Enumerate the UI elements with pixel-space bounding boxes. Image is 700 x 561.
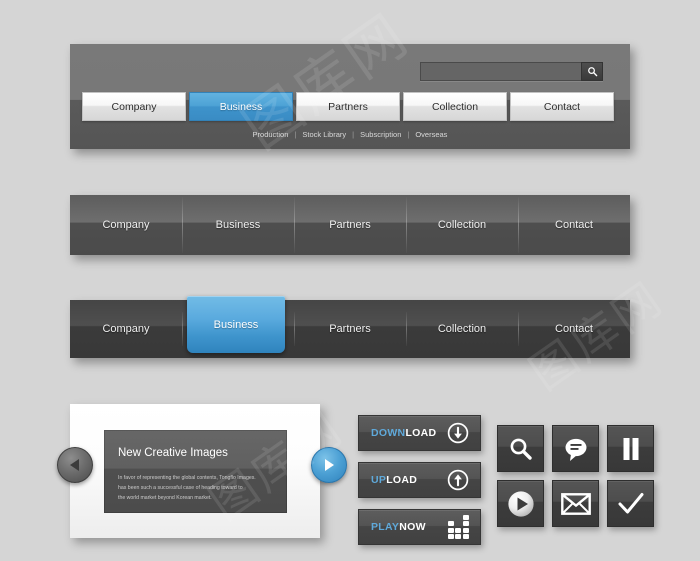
- header-tab-list: Company Business Partners Collection Con…: [82, 92, 614, 121]
- navbar-item-collection[interactable]: Collection: [406, 195, 518, 255]
- search-icon: [587, 67, 597, 77]
- navbar-item-label: Partners: [329, 219, 371, 231]
- nav-bar-raised-wrapper: Company Business Partners Collection Con…: [70, 296, 630, 358]
- subnav-item-production[interactable]: Production: [253, 130, 289, 139]
- envelope-icon: [560, 492, 591, 515]
- header-tab-label: Contact: [543, 100, 581, 113]
- arrow-down-circle-icon: [447, 422, 469, 444]
- carousel-slide-title: New Creative Images: [118, 447, 228, 459]
- download-label-accent: DOWN: [371, 427, 406, 439]
- play-icon: [507, 490, 534, 517]
- upload-button-label: UPLOAD: [371, 474, 417, 486]
- upload-label-accent: UP: [371, 474, 387, 486]
- carousel-prev-button[interactable]: [57, 447, 93, 483]
- navbar2-item-label: Partners: [329, 323, 371, 335]
- navbar2-active-tab-business[interactable]: Business: [187, 296, 285, 353]
- search-input[interactable]: [420, 62, 581, 81]
- subnav-item-subscription[interactable]: Subscription: [360, 130, 401, 139]
- playnow-button[interactable]: PLAYNOW: [358, 509, 481, 545]
- subnav-item-stock-library[interactable]: Stock Library: [302, 130, 346, 139]
- icon-tile-pause[interactable]: [607, 425, 654, 472]
- chevron-left-icon: [70, 459, 79, 471]
- speech-bubble-icon: [565, 438, 586, 461]
- navbar-item-label: Collection: [437, 219, 487, 231]
- upload-label-rest: LOAD: [386, 474, 418, 486]
- header-tab-partners[interactable]: Partners: [296, 92, 400, 121]
- icon-tile-search[interactable]: [497, 425, 544, 472]
- icon-tile-play[interactable]: [497, 480, 544, 527]
- carousel-slide: New Creative Images In favor of represen…: [104, 430, 287, 513]
- header-tab-label: Partners: [328, 100, 368, 113]
- navbar2-item-label: Contact: [555, 323, 593, 335]
- navbar-item-company[interactable]: Company: [70, 195, 182, 255]
- arrow-up-circle-icon: [447, 469, 469, 491]
- playnow-label-accent: PLAY: [371, 521, 400, 533]
- navbar-item-label: Company: [102, 219, 150, 231]
- site-header: Company Business Partners Collection Con…: [70, 44, 630, 149]
- equalizer-icon: [447, 514, 469, 540]
- subnav-separator: |: [294, 130, 297, 139]
- header-tab-business[interactable]: Business: [189, 92, 293, 121]
- download-label-rest: LOAD: [405, 427, 437, 439]
- check-icon: [618, 492, 643, 513]
- header-tab-label: Collection: [431, 100, 479, 113]
- header-tab-label: Company: [111, 100, 157, 113]
- navbar2-item-label: Company: [102, 323, 150, 335]
- header-tab-company[interactable]: Company: [82, 92, 186, 121]
- download-button-label: DOWNLOAD: [371, 427, 436, 439]
- search-submit-button[interactable]: [581, 62, 603, 81]
- nav-bar-raised: Company Business Partners Collection Con…: [70, 300, 630, 358]
- playnow-button-label: PLAYNOW: [371, 521, 426, 533]
- chevron-right-icon: [325, 459, 334, 471]
- upload-button[interactable]: UPLOAD: [358, 462, 481, 498]
- navbar-item-contact[interactable]: Contact: [518, 195, 630, 255]
- icon-tile-mail[interactable]: [552, 480, 599, 527]
- image-carousel: New Creative Images In favor of represen…: [70, 404, 320, 538]
- navbar-item-business[interactable]: Business: [182, 195, 294, 255]
- navbar-item-partners[interactable]: Partners: [294, 195, 406, 255]
- subnav-separator: |: [407, 130, 410, 139]
- navbar2-active-tab-label: Business: [213, 318, 259, 331]
- navbar2-item-label: Collection: [437, 323, 487, 335]
- header-subnav: Production | Stock Library | Subscriptio…: [70, 130, 630, 139]
- navbar-item-label: Contact: [555, 219, 593, 231]
- subnav-item-overseas[interactable]: Overseas: [415, 130, 447, 139]
- pause-icon: [623, 437, 638, 460]
- header-tab-collection[interactable]: Collection: [403, 92, 507, 121]
- subnav-separator: |: [352, 130, 355, 139]
- navbar2-item-contact[interactable]: Contact: [518, 300, 630, 358]
- navbar2-item-partners[interactable]: Partners: [294, 300, 406, 358]
- header-tab-label: Business: [219, 100, 263, 113]
- navbar2-item-company[interactable]: Company: [70, 300, 182, 358]
- icon-tile-check[interactable]: [607, 480, 654, 527]
- navbar2-item-collection[interactable]: Collection: [406, 300, 518, 358]
- navbar-item-label: Business: [215, 219, 261, 231]
- carousel-slide-body: In favor of representing the global cont…: [118, 473, 277, 503]
- search-icon: [510, 438, 532, 460]
- playnow-label-rest: NOW: [399, 521, 426, 533]
- download-button[interactable]: DOWNLOAD: [358, 415, 481, 451]
- carousel-next-button[interactable]: [311, 447, 347, 483]
- header-tab-contact[interactable]: Contact: [510, 92, 614, 121]
- nav-bar-plain: Company Business Partners Collection Con…: [70, 195, 630, 255]
- carousel-body-line: the world market beyond Korean market.: [118, 495, 212, 502]
- carousel-body-line: In favor of representing the global cont…: [118, 475, 256, 481]
- search-bar: [420, 62, 603, 81]
- carousel-body-line: has been such a successful case of headi…: [118, 485, 243, 492]
- icon-tile-chat[interactable]: [552, 425, 599, 472]
